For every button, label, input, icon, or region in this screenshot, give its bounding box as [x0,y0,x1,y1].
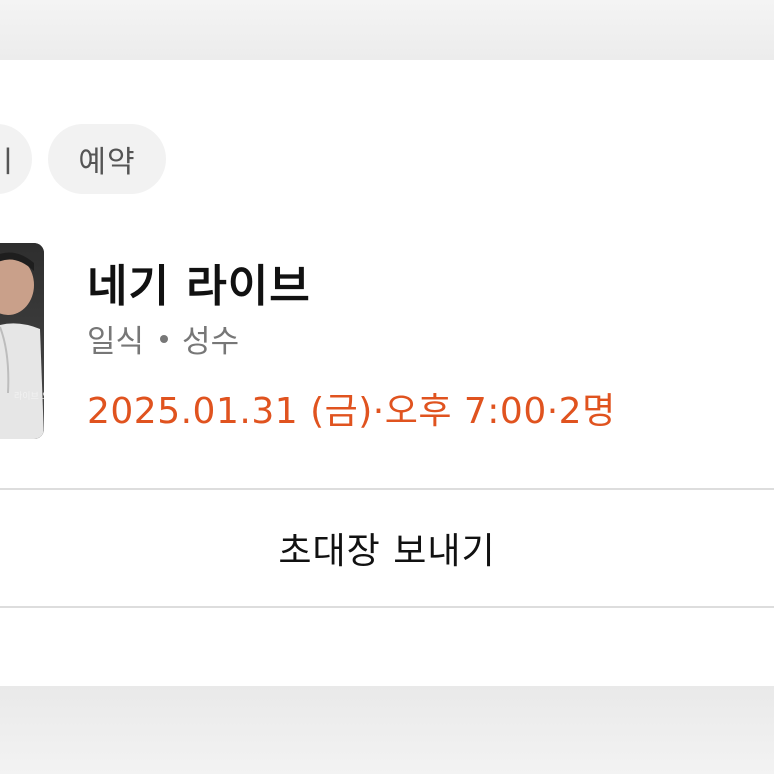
reservation-summary: 2025.01.31 (금)·오후 7:00·2명 [87,391,616,432]
restaurant-name[interactable]: 네기 라이브 [87,250,311,314]
filter-chip-reserve-label: 예약 [78,145,136,180]
chef-photo-image: 라이브 오 [0,243,44,439]
send-invitation-button[interactable]: 초대장 보내기 [0,490,774,606]
screen: ㅣ 예약 라이브 오 네 [0,0,774,774]
cuisine-label: 일식 [87,324,145,360]
filter-chip-partial[interactable]: ㅣ [0,124,32,194]
divider [0,606,774,608]
bottom-background [0,686,774,774]
reservation-card: ㅣ 예약 라이브 오 네 [0,60,774,686]
restaurant-thumbnail[interactable]: 라이브 오 [0,243,44,439]
restaurant-meta: 일식 성수 [87,316,239,361]
top-background [0,0,774,60]
filter-chip-partial-label: ㅣ [0,145,23,180]
filter-chip-reserve[interactable]: 예약 [48,124,166,194]
thumbnail-caption: 라이브 오 [14,391,44,402]
location-label: 성수 [182,324,240,360]
separator-dot-icon [160,334,169,343]
